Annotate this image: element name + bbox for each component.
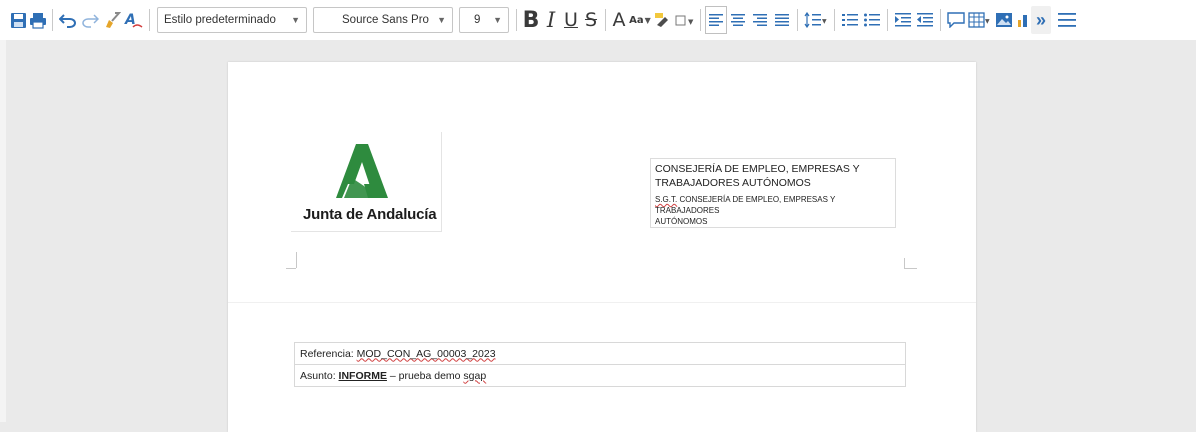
reference-label: Referencia: (300, 347, 357, 360)
page-header[interactable]: Junta de Andalucía CONSEJERÍA DE EMPLEO,… (228, 62, 976, 303)
font-size-select[interactable]: 9 ▼ (459, 7, 509, 33)
ordered-list-icon[interactable] (839, 6, 861, 34)
unordered-list-icon[interactable] (861, 6, 883, 34)
subject-dash: – prueba demo (386, 369, 464, 382)
style-select-value: Estilo predeterminado (164, 14, 276, 26)
subject-label: Asunto: (300, 369, 339, 382)
table-insert-icon[interactable]: ▼ (967, 6, 993, 34)
scroll-gutter (0, 40, 6, 422)
change-case-label: Aa (629, 14, 644, 26)
toolbar-divider (797, 9, 798, 31)
undo-icon[interactable] (57, 6, 79, 34)
italic-button[interactable]: I (541, 6, 561, 34)
organization-box[interactable]: CONSEJERÍA DE EMPLEO, EMPRESAS Y TRABAJA… (650, 158, 896, 228)
bold-button[interactable]: B (521, 6, 541, 34)
chevron-down-icon: ▼ (644, 15, 651, 25)
indent-increase-icon[interactable] (892, 6, 914, 34)
font-select-value: Source Sans Pro (342, 14, 429, 26)
strikethrough-button[interactable]: S (581, 6, 601, 34)
chevron-down-icon: ▼ (493, 15, 502, 25)
toolbar-divider (52, 9, 53, 31)
redo-icon[interactable] (79, 6, 101, 34)
junta-logo: Junta de Andalucía (291, 132, 442, 232)
spellcheck-icon[interactable]: A (123, 6, 145, 34)
save-icon[interactable] (8, 6, 28, 34)
comment-icon[interactable] (945, 6, 967, 34)
margin-marker-right (904, 258, 917, 269)
chevron-down-icon: ▼ (437, 15, 446, 25)
toolbar-divider (516, 9, 517, 31)
menu-icon[interactable] (1055, 6, 1079, 34)
toolbar-divider (700, 9, 701, 31)
subject-bold: INFORME (338, 369, 387, 382)
org-subtitle-line2: AUTÓNOMOS (655, 217, 708, 226)
document-page[interactable]: Junta de Andalucía CONSEJERÍA DE EMPLEO,… (228, 62, 976, 432)
highlight-icon[interactable] (652, 6, 674, 34)
align-center-icon[interactable] (727, 6, 749, 34)
align-right-icon[interactable] (749, 6, 771, 34)
chevron-down-icon: ▼ (291, 15, 300, 25)
toolbar-divider (940, 9, 941, 31)
image-insert-icon[interactable] (993, 6, 1015, 34)
svg-text:▼: ▼ (985, 18, 990, 25)
subject-tail: sgap (463, 369, 487, 382)
toolbar-divider (887, 9, 888, 31)
document-workspace: Junta de Andalucía CONSEJERÍA DE EMPLEO,… (0, 40, 1196, 432)
subject-cell[interactable]: Asunto: INFORME – prueba demo sgap (294, 364, 906, 387)
svg-text:▼: ▼ (688, 18, 694, 26)
table-row: Asunto: INFORME – prueba demo sgap (294, 364, 906, 387)
font-color-button[interactable]: A (610, 6, 628, 34)
border-box-icon[interactable]: ▼ (674, 6, 696, 34)
svg-text:▼: ▼ (822, 18, 827, 25)
table-row: Referencia: MOD_CON_AG_00003_2023 (294, 342, 906, 365)
logo-text: Junta de Andalucía (303, 206, 437, 223)
toolbar-divider (149, 9, 150, 31)
font-select[interactable]: Source Sans Pro ▼ (313, 7, 453, 33)
print-icon[interactable] (28, 6, 48, 34)
toolbar-divider (605, 9, 606, 31)
reference-code: MOD_CON_AG_00003_2023 (356, 347, 496, 360)
indent-decrease-icon[interactable] (914, 6, 936, 34)
double-chevron-right-icon: » (1035, 9, 1046, 30)
editor-toolbar: A Estilo predeterminado ▼ Source Sans Pr… (0, 0, 1196, 40)
toolbar-divider (834, 9, 835, 31)
change-case-button[interactable]: Aa ▼ (628, 6, 652, 34)
org-subtitle-text: CONSEJERÍA DE EMPLEO, EMPRESAS Y TRABAJA… (655, 195, 836, 215)
org-title-line2: TRABAJADORES AUTÓNOMOS (655, 177, 811, 189)
margin-marker-left (286, 252, 297, 269)
clear-format-brush-icon[interactable] (101, 6, 123, 34)
font-size-value: 9 (474, 14, 481, 26)
org-title-line1: CONSEJERÍA DE EMPLEO, EMPRESAS Y (655, 163, 860, 175)
chart-insert-icon[interactable] (1015, 6, 1031, 34)
reference-table: Referencia: MOD_CON_AG_00003_2023 Asunto… (294, 342, 906, 387)
org-subtitle: S.G.T. CONSEJERÍA DE EMPLEO, EMPRESAS Y … (655, 194, 891, 216)
junta-logo-mark-icon (336, 144, 388, 198)
more-tools-button[interactable]: » (1031, 6, 1051, 34)
underline-button[interactable]: U (561, 6, 581, 34)
align-justify-icon[interactable] (771, 6, 793, 34)
style-select[interactable]: Estilo predeterminado ▼ (157, 7, 307, 33)
reference-cell[interactable]: Referencia: MOD_CON_AG_00003_2023 (294, 342, 906, 365)
align-left-icon[interactable] (705, 6, 727, 34)
line-spacing-icon[interactable]: ▼ (802, 6, 830, 34)
sgt-abbrev: S.G.T. (655, 195, 678, 204)
